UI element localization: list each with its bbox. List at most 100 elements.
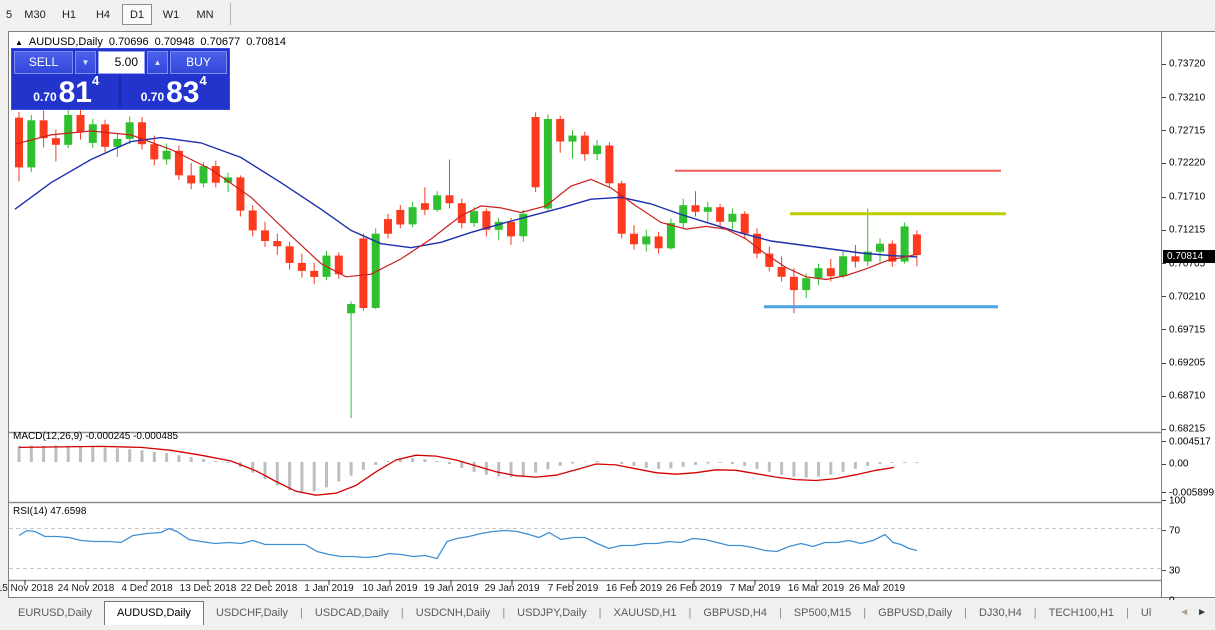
date-tick-label: 1 Jan 2019 (304, 583, 354, 594)
price-tick-label: 0.73720 (1169, 58, 1206, 70)
axis-tick-mark (1162, 428, 1166, 430)
price-tick-label: 0.69205 (1169, 357, 1206, 369)
axis-tick-mark (1162, 229, 1166, 231)
date-tick-label: 10 Jan 2019 (362, 583, 418, 594)
timeframe-button-m30[interactable]: M30 (20, 4, 50, 25)
sell-price-digits: 81 (58, 76, 92, 109)
date-tick-label: 19 Jan 2019 (423, 583, 479, 594)
date-tick-label: 24 Nov 2018 (57, 583, 115, 594)
axis-tick-mark (1162, 162, 1166, 164)
chart-tab-xauusd[interactable]: XAUUSD,H1 (602, 603, 689, 625)
price-tick-label: 0.68215 (1169, 423, 1206, 435)
macd-tick-label: 0.00 (1169, 458, 1189, 470)
buy-button[interactable]: BUY (170, 51, 227, 74)
chart-tab-dj30[interactable]: DJ30,H4 (967, 603, 1034, 625)
chart-tab-usdcad[interactable]: USDCAD,Daily (303, 603, 401, 625)
price-tick-label: 0.73210 (1169, 92, 1206, 104)
tab-scroll-left-icon[interactable]: ◄ (1179, 607, 1189, 618)
date-tick-label: 16 Feb 2019 (605, 583, 663, 594)
date-tick-label: 7 Feb 2019 (547, 583, 599, 594)
rsi-tick-label: 100 (1169, 495, 1186, 506)
sell-price-pip: 4 (92, 73, 100, 88)
ohlc-open: 0.70696 (108, 36, 149, 48)
axis-tick-mark (1162, 570, 1166, 571)
chart-window: ▲ AUDUSD,Daily 0.70696 0.70948 0.70677 0… (0, 31, 1215, 606)
chart-tab-tech100[interactable]: TECH100,H1 (1037, 603, 1126, 625)
date-tick-label: 7 Mar 2019 (729, 583, 781, 594)
price-tick-label: 0.71710 (1169, 191, 1206, 203)
axis-tick-mark (1162, 263, 1166, 265)
chart-tab-usdcnh[interactable]: USDCNH,Daily (404, 603, 503, 625)
sell-button[interactable]: SELL (14, 51, 73, 74)
tab-scroll-right-icon[interactable]: ► (1197, 607, 1207, 618)
macd-tick-label: 0.004517 (1169, 436, 1211, 448)
volume-decrease-icon[interactable]: ▼ (75, 51, 96, 74)
price-tick-label: 0.71215 (1169, 224, 1206, 236)
timeframe-button-w1[interactable]: W1 (156, 4, 186, 25)
ohlc-low: 0.70677 (200, 36, 241, 48)
axis-tick-mark (1162, 296, 1166, 298)
price-axis[interactable]: 0.73720 0.73210 0.72715 0.72220 0.71710 0.712… (1161, 32, 1215, 606)
price-tick-label: 0.72715 (1169, 125, 1206, 137)
axis-tick-mark (1162, 63, 1166, 65)
collapse-triangle-icon[interactable]: ▲ (15, 38, 23, 47)
macd-indicator-label: MACD(12,26,9) -0.000245 -0.000485 (13, 431, 179, 442)
timeframe-button-h4[interactable]: H4 (88, 4, 118, 25)
axis-tick-mark (1162, 463, 1166, 465)
chart-tab-sp500[interactable]: SP500,M15 (782, 603, 863, 625)
rsi-tick-label: 70 (1169, 525, 1181, 536)
rsi-tick-label: 30 (1169, 565, 1181, 576)
axis-tick-mark (1162, 441, 1166, 443)
timeframe-button-h1[interactable]: H1 (54, 4, 84, 25)
chart-tab-ul[interactable]: Ul (1129, 603, 1163, 625)
axis-tick-mark (1162, 395, 1166, 397)
buy-price-digits: 83 (166, 76, 200, 109)
price-tick-label: 0.70210 (1169, 291, 1206, 303)
axis-tick-mark (1162, 362, 1166, 364)
timeframe-toolbar: 5 M30 H1 H4 D1 W1 MN (0, 0, 1215, 28)
date-tick-label: 15 Nov 2018 (0, 583, 54, 594)
chart-header: ▲ AUDUSD,Daily 0.70696 0.70948 0.70677 0… (15, 36, 286, 48)
buy-price-prefix: 0.70 (140, 90, 165, 104)
axis-tick-mark (1162, 329, 1166, 331)
ohlc-close: 0.70814 (246, 36, 286, 48)
volume-input[interactable]: 5.00 (98, 51, 145, 74)
tab-scroll-controls: ◄ ► (1179, 607, 1215, 618)
date-tick-label: 26 Feb 2019 (665, 583, 723, 594)
axis-tick-mark (1162, 530, 1166, 531)
date-tick-label: 4 Dec 2018 (121, 583, 173, 594)
volume-increase-icon[interactable]: ▲ (147, 51, 168, 74)
axis-tick-mark (1162, 196, 1166, 198)
toolbar-separator (230, 3, 231, 25)
chart-tab-gbpusd[interactable]: GBPUSD,H4 (691, 603, 779, 625)
timeframe-button-mn[interactable]: MN (190, 4, 220, 25)
date-tick-label: 16 Mar 2019 (787, 583, 845, 594)
chart-tab-gbpusd[interactable]: GBPUSD,Daily (866, 603, 964, 625)
axis-tick-mark (1162, 97, 1166, 99)
date-tick-label: 26 Mar 2019 (848, 583, 906, 594)
price-tick-label: 0.68710 (1169, 390, 1206, 402)
buy-price-display[interactable]: 0.70 83 4 (121, 73, 228, 109)
one-click-trading-panel: SELL ▼ 5.00 ▲ BUY 0.70 81 4 0.70 83 4 (11, 48, 230, 110)
date-tick-label: 22 Dec 2018 (240, 583, 298, 594)
axis-tick-mark (1162, 500, 1166, 501)
buy-price-pip: 4 (199, 73, 207, 88)
axis-tick-mark (1162, 492, 1166, 494)
chart-tab-audusd[interactable]: AUDUSD,Daily (103, 601, 204, 625)
chart-tab-usdchf[interactable]: USDCHF,Daily (204, 603, 300, 625)
price-tick-label: 0.72220 (1169, 157, 1206, 169)
timeframe-button-5[interactable]: 5 (2, 4, 16, 25)
date-tick-label: 29 Jan 2019 (484, 583, 540, 594)
chart-tab-eurusd[interactable]: EURUSD,Daily (6, 603, 104, 625)
chart-tab-usdjpy[interactable]: USDJPY,Daily (505, 603, 599, 625)
chart-symbol-label: AUDUSD,Daily (28, 36, 103, 48)
date-tick-label: 13 Dec 2018 (179, 583, 237, 594)
axis-tick-mark (1162, 130, 1166, 132)
sell-price-prefix: 0.70 (33, 90, 57, 104)
rsi-indicator-label: RSI(14) 47.6598 (13, 506, 87, 517)
sell-price-display[interactable]: 0.70 81 4 (14, 73, 121, 109)
timeframe-button-d1[interactable]: D1 (122, 3, 152, 25)
price-tick-label: 0.69715 (1169, 324, 1206, 336)
current-price-badge: 0.70814 (1163, 250, 1215, 264)
chart-canvas[interactable] (9, 32, 1161, 597)
